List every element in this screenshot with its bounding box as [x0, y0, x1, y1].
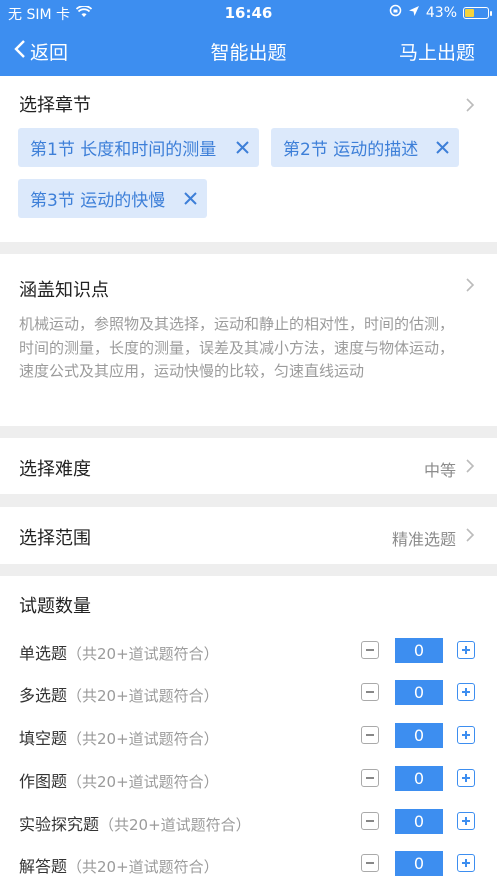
chevron-right-icon: [465, 527, 475, 543]
quantity-stepper[interactable]: 0: [395, 638, 443, 663]
nav-bar: 返回 智能出题 马上出题: [0, 26, 497, 76]
knowledge-section-title: 涵盖知识点: [19, 280, 109, 301]
quantity-section-title: 试题数量: [19, 596, 91, 617]
minus-icon[interactable]: [361, 854, 379, 872]
close-icon[interactable]: [434, 139, 451, 156]
quantity-section: 试题数量 单选题（共20+道试题符合） 0 多选题（共20+道试题符合） 0 填…: [0, 576, 497, 883]
question-type-row: 多选题（共20+道试题符合） 0: [0, 673, 497, 713]
chapter-section: 选择章节 第1节 长度和时间的测量 第2节 运动的描述 第3节 运动的快慢: [0, 76, 497, 242]
question-count-note: （共20+道试题符合）: [67, 645, 219, 663]
chevron-right-icon[interactable]: [465, 97, 475, 113]
plus-icon[interactable]: [457, 683, 475, 701]
knowledge-text: 机械运动，参照物及其选择，运动和静止的相对性，时间的估测，时间的测量，长度的测量…: [19, 315, 455, 380]
battery-icon: [463, 6, 492, 19]
chapter-tag: 第3节 运动的快慢: [18, 179, 207, 218]
scope-row[interactable]: 选择范围 精准选题: [0, 507, 497, 564]
scope-label: 选择范围: [19, 528, 91, 549]
chapter-tag: 第2节 运动的描述: [271, 128, 459, 167]
question-count-note: （共20+道试题符合）: [67, 773, 219, 791]
minus-icon[interactable]: [361, 812, 379, 830]
chapter-tag-label: 第2节 运动的描述: [283, 140, 419, 160]
question-count-note: （共20+道试题符合）: [67, 730, 219, 748]
quantity-stepper[interactable]: 0: [395, 766, 443, 791]
chapter-tag: 第1节 长度和时间的测量: [18, 128, 259, 167]
question-type-label: 作图题: [19, 772, 68, 791]
quantity-stepper[interactable]: 0: [395, 809, 443, 834]
minus-icon[interactable]: [361, 683, 379, 701]
difficulty-value: 中等: [423, 461, 456, 480]
minus-icon[interactable]: [361, 641, 379, 659]
close-icon[interactable]: [182, 190, 199, 207]
question-type-label: 实验探究题: [19, 815, 100, 834]
knowledge-section[interactable]: 涵盖知识点 机械运动，参照物及其选择，运动和静止的相对性，时间的估测，时间的测量…: [0, 254, 497, 426]
quantity-stepper[interactable]: 0: [395, 680, 443, 705]
question-type-label: 多选题: [19, 686, 68, 705]
question-type-row: 填空题（共20+道试题符合） 0: [0, 716, 497, 756]
location-icon: [408, 5, 420, 21]
plus-icon[interactable]: [457, 812, 475, 830]
question-type-row: 解答题（共20+道试题符合） 0: [0, 844, 497, 883]
difficulty-label: 选择难度: [19, 459, 91, 480]
chevron-right-icon[interactable]: [465, 277, 475, 293]
plus-icon[interactable]: [457, 726, 475, 744]
battery-percent: 43%: [425, 4, 457, 21]
difficulty-row[interactable]: 选择难度 中等: [0, 438, 497, 494]
plus-icon[interactable]: [457, 854, 475, 872]
minus-icon[interactable]: [361, 726, 379, 744]
question-type-row: 实验探究题（共20+道试题符合） 0: [0, 802, 497, 842]
chapter-tag-label: 第3节 运动的快慢: [30, 191, 166, 211]
question-type-label: 填空题: [19, 729, 68, 748]
chevron-right-icon: [465, 458, 475, 474]
question-type-row: 单选题（共20+道试题符合） 0: [0, 631, 497, 671]
generate-now-button[interactable]: 马上出题: [399, 38, 475, 65]
chapter-section-title: 选择章节: [19, 95, 91, 116]
question-type-label: 单选题: [19, 644, 68, 663]
minus-icon[interactable]: [361, 769, 379, 787]
question-count-note: （共20+道试题符合）: [67, 858, 219, 876]
question-count-note: （共20+道试题符合）: [67, 687, 219, 705]
scope-value: 精准选题: [391, 530, 456, 549]
orientation-lock-icon: [389, 4, 402, 21]
plus-icon[interactable]: [457, 769, 475, 787]
question-type-row: 作图题（共20+道试题符合） 0: [0, 759, 497, 799]
quantity-stepper[interactable]: 0: [395, 851, 443, 876]
close-icon[interactable]: [234, 139, 251, 156]
status-bar: 无 SIM 卡 16:46 43%: [0, 0, 497, 26]
chapter-tag-label: 第1节 长度和时间的测量: [30, 140, 217, 160]
question-type-label: 解答题: [19, 857, 68, 876]
question-count-note: （共20+道试题符合）: [99, 816, 251, 834]
plus-icon[interactable]: [457, 641, 475, 659]
quantity-stepper[interactable]: 0: [395, 723, 443, 748]
